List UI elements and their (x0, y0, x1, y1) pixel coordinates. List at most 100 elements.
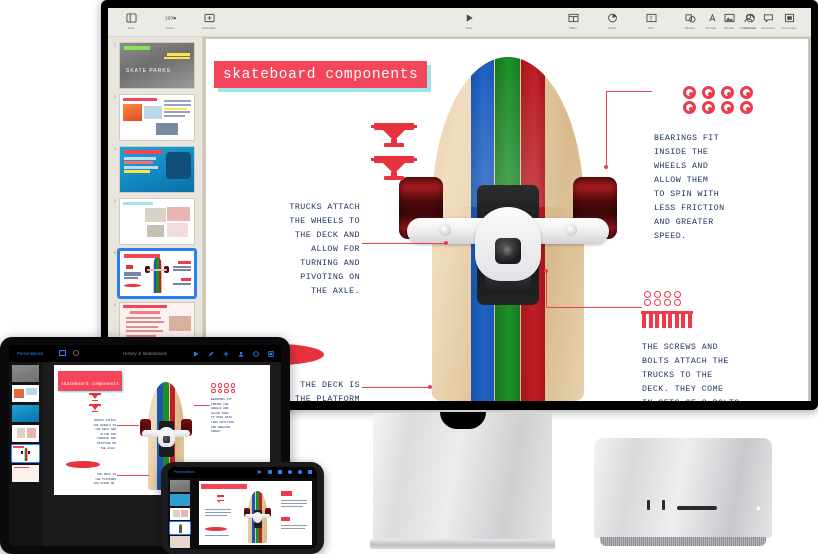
toolbar-document-button[interactable]: Document (776, 12, 802, 30)
ipad-callout-bearings: BEARINGS FIT INSIDE THE WHEELS AND ALLOW… (211, 398, 234, 434)
zoom-icon: 100% (164, 12, 176, 23)
kingpin-nut (495, 238, 521, 264)
play-icon[interactable] (258, 470, 262, 474)
format-icon[interactable] (268, 350, 274, 357)
toolbar-chart-label: Chart (607, 25, 617, 30)
iphone-presentations-button[interactable]: Presentations (174, 470, 195, 474)
iphone-slide-thumbnail-3[interactable] (170, 508, 190, 520)
ipad-toolbar: Presentations History of Skateboards (9, 345, 281, 362)
add-slide-icon (203, 12, 215, 23)
slide-thumbnail-3[interactable] (119, 146, 195, 193)
display-stand (370, 412, 555, 549)
document-icon (783, 12, 795, 23)
shape-icon (684, 12, 696, 23)
iphone-slide-canvas (193, 478, 317, 549)
svg-text:T: T (649, 16, 653, 22)
pen-icon[interactable] (268, 470, 272, 474)
slide-thumbnail-4[interactable] (119, 198, 195, 245)
skateboard-photo[interactable] (399, 57, 617, 401)
iphone-slide-thumbnail-5[interactable] (170, 536, 190, 548)
navigator-row: 1 SKATE PARKS (114, 42, 196, 89)
iphone-slide-thumbnail-1[interactable] (170, 480, 190, 492)
iphone-slide-thumbnail-2[interactable] (170, 494, 190, 506)
toolbar-animate-label: Animate (743, 25, 757, 30)
toolbar-animate-button[interactable]: Animate (737, 12, 763, 30)
ipad-document-title: History of Skateboards (123, 351, 167, 356)
connector-dot-trucks (444, 241, 448, 245)
collaborate-icon[interactable] (288, 470, 292, 474)
nut-icon (654, 299, 661, 306)
ipad-callout-trucks: TRUCKS ATTACH THE WHEELS TO THE DECK AND… (93, 419, 116, 450)
ipad-undo-icon[interactable] (73, 350, 79, 356)
bolt-icon (647, 311, 654, 328)
toolbar-play-label: Play (465, 25, 473, 30)
animate-icon (744, 12, 756, 23)
thumb-art (120, 251, 194, 296)
ipad-slide-thumbnail-5[interactable] (11, 444, 40, 463)
nut-icon (644, 299, 651, 306)
iphone-slide-thumbnail-4[interactable] (169, 521, 191, 535)
toolbar-add-slide-label: Add Slide (201, 25, 217, 30)
axle-nut-right (565, 224, 577, 236)
truck-icon (371, 123, 417, 147)
play-icon (463, 12, 475, 23)
bolt-icon (640, 311, 648, 328)
toolbar-format-label: Format (705, 25, 717, 30)
ipad-slide-thumbnail-3[interactable] (12, 405, 39, 422)
more-icon[interactable] (298, 470, 302, 474)
toolbar-view-button[interactable]: View (118, 12, 144, 30)
toolbar-zoom-button[interactable]: 100% Zoom (157, 12, 183, 30)
toolbar-play-group: Play (456, 12, 482, 30)
slide-thumbnail-2[interactable] (119, 94, 195, 141)
toolbar-table-button[interactable]: Table (560, 12, 586, 30)
power-led (757, 507, 760, 510)
connector-trucks (362, 243, 446, 244)
slide-canvas-area: skateboard components TRUCKS ATTACH THE … (203, 37, 811, 401)
collaborate-icon[interactable] (238, 351, 244, 357)
ipad-slide-thumbnail-1[interactable] (12, 365, 39, 382)
bearing-icon (740, 101, 753, 114)
bearing-icon (683, 101, 696, 114)
iphone-screen: Presentations (168, 467, 317, 549)
slide-title-box[interactable]: skateboard components (214, 61, 428, 88)
play-icon[interactable] (193, 351, 199, 357)
ipad-slide-navigator[interactable] (9, 362, 43, 546)
ipad-view-icon[interactable] (59, 350, 66, 356)
toolbar-format-button[interactable]: Format (698, 12, 724, 30)
toolbar-text-button[interactable]: T Text (638, 12, 664, 30)
iphone-current-slide[interactable] (198, 481, 312, 545)
more-icon[interactable] (253, 350, 259, 357)
slide-thumbnail-1[interactable]: SKATE PARKS (119, 42, 195, 89)
pen-icon[interactable] (208, 351, 214, 357)
iphone-slide-navigator[interactable] (168, 478, 193, 549)
mac-studio (594, 438, 772, 546)
ipad-slide-thumbnail-6[interactable] (12, 465, 39, 482)
sd-card-slot (677, 506, 717, 510)
nut-icon (644, 291, 651, 298)
plus-icon[interactable] (223, 351, 229, 357)
ipad-slide-thumbnail-4[interactable] (12, 425, 39, 442)
toolbar-left-group: View 100% Zoom Add Slide (118, 12, 222, 30)
bearing-icon (721, 101, 734, 114)
axle-nut-left (439, 224, 451, 236)
navigator-row: 5 (114, 248, 197, 299)
bearing-icon (702, 86, 715, 99)
toolbar-chart-button[interactable]: Chart (599, 12, 625, 30)
bolt-icon (686, 311, 693, 328)
current-slide[interactable]: skateboard components TRUCKS ATTACH THE … (206, 39, 808, 401)
slide-thumbnail-5[interactable] (117, 248, 197, 299)
toolbar-zoom-label: Zoom (165, 25, 175, 30)
ipad-presentations-button[interactable]: Presentations (17, 351, 43, 356)
device-lineup-scene: View 100% Zoom Add Slide (0, 0, 818, 554)
ipad-slide-title: skateboard components (61, 382, 119, 387)
format-icon[interactable] (308, 470, 312, 474)
toolbar-add-slide-button[interactable]: Add Slide (196, 12, 222, 30)
chart-icon (606, 12, 618, 23)
plus-icon[interactable] (278, 470, 282, 474)
ipad-slide-thumbnail-2[interactable] (12, 385, 39, 402)
connector-screws-v (546, 271, 547, 307)
iphone-tool-group (258, 470, 312, 474)
nut-icon (674, 299, 681, 306)
toolbar-play-button[interactable]: Play (456, 12, 482, 30)
bearing-icon (702, 101, 715, 114)
